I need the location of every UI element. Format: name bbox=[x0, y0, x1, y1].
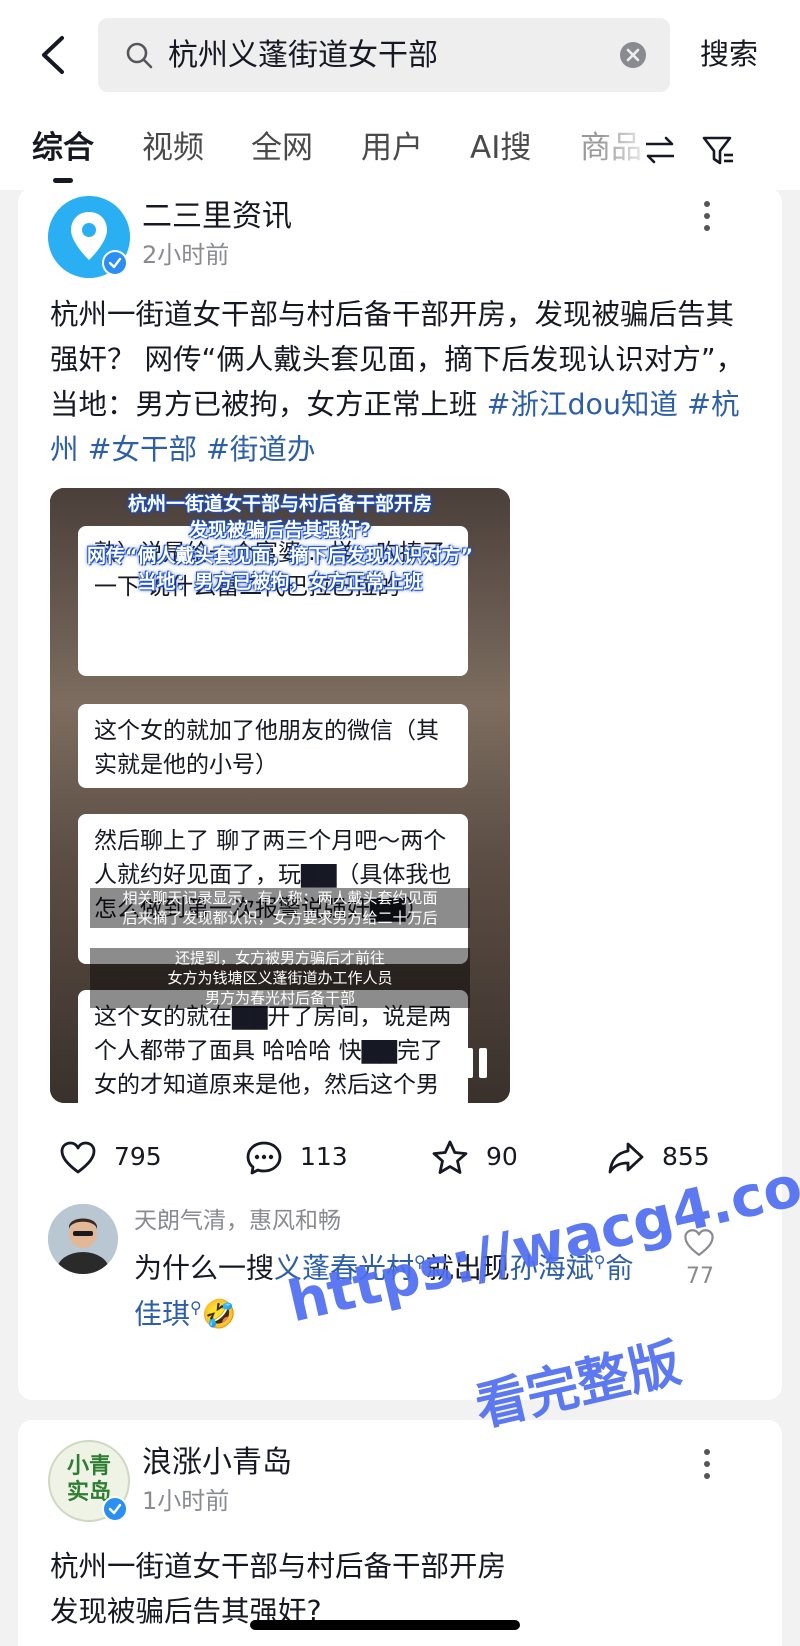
commenter-name[interactable]: 天朗气清，惠风和畅 bbox=[134, 1206, 341, 1236]
video-caption-line: 网传“俩人戴头套见面，摘下后发现认识对方” bbox=[87, 545, 473, 567]
tab-web[interactable]: 全网 bbox=[251, 128, 313, 168]
tab-users[interactable]: 用户 bbox=[361, 128, 423, 168]
tab-video[interactable]: 视频 bbox=[142, 128, 204, 168]
post-time: 2小时前 bbox=[142, 241, 230, 269]
video-caption-line: 发现被骗后告其强奸? bbox=[188, 519, 372, 541]
clear-icon[interactable] bbox=[618, 40, 648, 70]
tab-ai-search[interactable]: AI搜 bbox=[470, 128, 531, 168]
more-options-icon[interactable] bbox=[702, 196, 712, 236]
action-bar: 795 113 90 855 bbox=[18, 1136, 782, 1180]
tab-bar: 综合 视频 全网 用户 AI搜 商品 bbox=[0, 110, 800, 190]
top-bar: 杭州义蓬街道女干部 搜索 bbox=[0, 0, 800, 110]
hashtag[interactable]: #街道办 bbox=[206, 433, 315, 466]
back-arrow-icon[interactable] bbox=[30, 30, 80, 80]
active-tab-indicator bbox=[53, 178, 73, 183]
author-name[interactable]: 二三里资讯 bbox=[142, 198, 292, 236]
search-input[interactable]: 杭州义蓬街道女干部 bbox=[168, 38, 438, 74]
comment-segment: 为什么一搜 bbox=[134, 1251, 275, 1285]
verified-badge bbox=[102, 250, 128, 276]
star-icon bbox=[432, 1140, 468, 1174]
heart-icon bbox=[60, 1141, 96, 1174]
commenter-avatar[interactable] bbox=[48, 1204, 118, 1274]
video-subtitle-line: 女方为钱塘区义蓬街道办工作人员 bbox=[90, 968, 470, 988]
search-icon bbox=[126, 42, 153, 69]
post-time: 1小时前 bbox=[142, 1487, 230, 1515]
verified-badge bbox=[102, 1496, 128, 1522]
like-count: 795 bbox=[114, 1142, 162, 1171]
search-button[interactable]: 搜索 bbox=[700, 36, 758, 72]
video-subtitle-line: 后来摘了发现都认识，女方要求男方给二十万后 bbox=[90, 908, 470, 928]
search-link-icon: ⚲ bbox=[190, 1298, 202, 1318]
video-caption-line: 杭州一街道女干部与村后备干部开房 bbox=[127, 493, 432, 515]
post-card[interactable]: 小青 实岛 浪涨小青岛 1小时前 杭州一街道女干部与村后备干部开房 发现被骗后告… bbox=[18, 1420, 782, 1646]
post-line: 杭州一街道女干部与村后备干部开房 bbox=[50, 1550, 507, 1583]
video-caption-line: 当地：男方已被拘，女方正常上班 bbox=[137, 571, 423, 593]
switch-icon[interactable] bbox=[642, 132, 678, 168]
filter-icon[interactable] bbox=[700, 132, 736, 168]
author-name[interactable]: 浪涨小青岛 bbox=[142, 1444, 292, 1482]
pause-icon[interactable] bbox=[462, 1048, 492, 1082]
laughing-emoji: 🤣 bbox=[201, 1297, 237, 1331]
favorite-count: 90 bbox=[486, 1142, 518, 1171]
chat-bubble: 这个女的就加了他朋友的微信（其实就是他的小号） bbox=[78, 704, 468, 788]
video-player[interactable]: 熟）说是给一个富婆... 样，吹捧了一下 说什么富二代巴拉巴拉的 这个女的就加了… bbox=[50, 488, 510, 1103]
search-box[interactable]: 杭州义蓬街道女干部 bbox=[98, 18, 670, 92]
comment-count: 113 bbox=[300, 1142, 348, 1171]
share-count: 855 bbox=[662, 1142, 710, 1171]
comment-like-count: 77 bbox=[686, 1264, 714, 1289]
hashtag[interactable]: #浙江dou知道 bbox=[487, 388, 678, 421]
more-options-icon[interactable] bbox=[702, 1444, 712, 1484]
video-subtitle-line: 还提到，女方被男方骗后才前往 bbox=[90, 948, 470, 968]
video-subtitle-line: 男方为春光村后备干部 bbox=[90, 988, 470, 1008]
share-icon bbox=[608, 1142, 644, 1174]
hashtag[interactable]: #女干部 bbox=[88, 433, 197, 466]
comment-icon bbox=[246, 1141, 282, 1175]
post-text[interactable]: 杭州一街道女干部与村后备干部开房，发现被骗后告其强奸？ 网传“俩人戴头套见面，摘… bbox=[50, 292, 750, 472]
home-indicator[interactable] bbox=[250, 1620, 520, 1630]
video-subtitle-line: 相关聊天记录显示，有人称：两人戴头套约见面 bbox=[90, 888, 470, 908]
tab-comprehensive[interactable]: 综合 bbox=[32, 128, 94, 168]
